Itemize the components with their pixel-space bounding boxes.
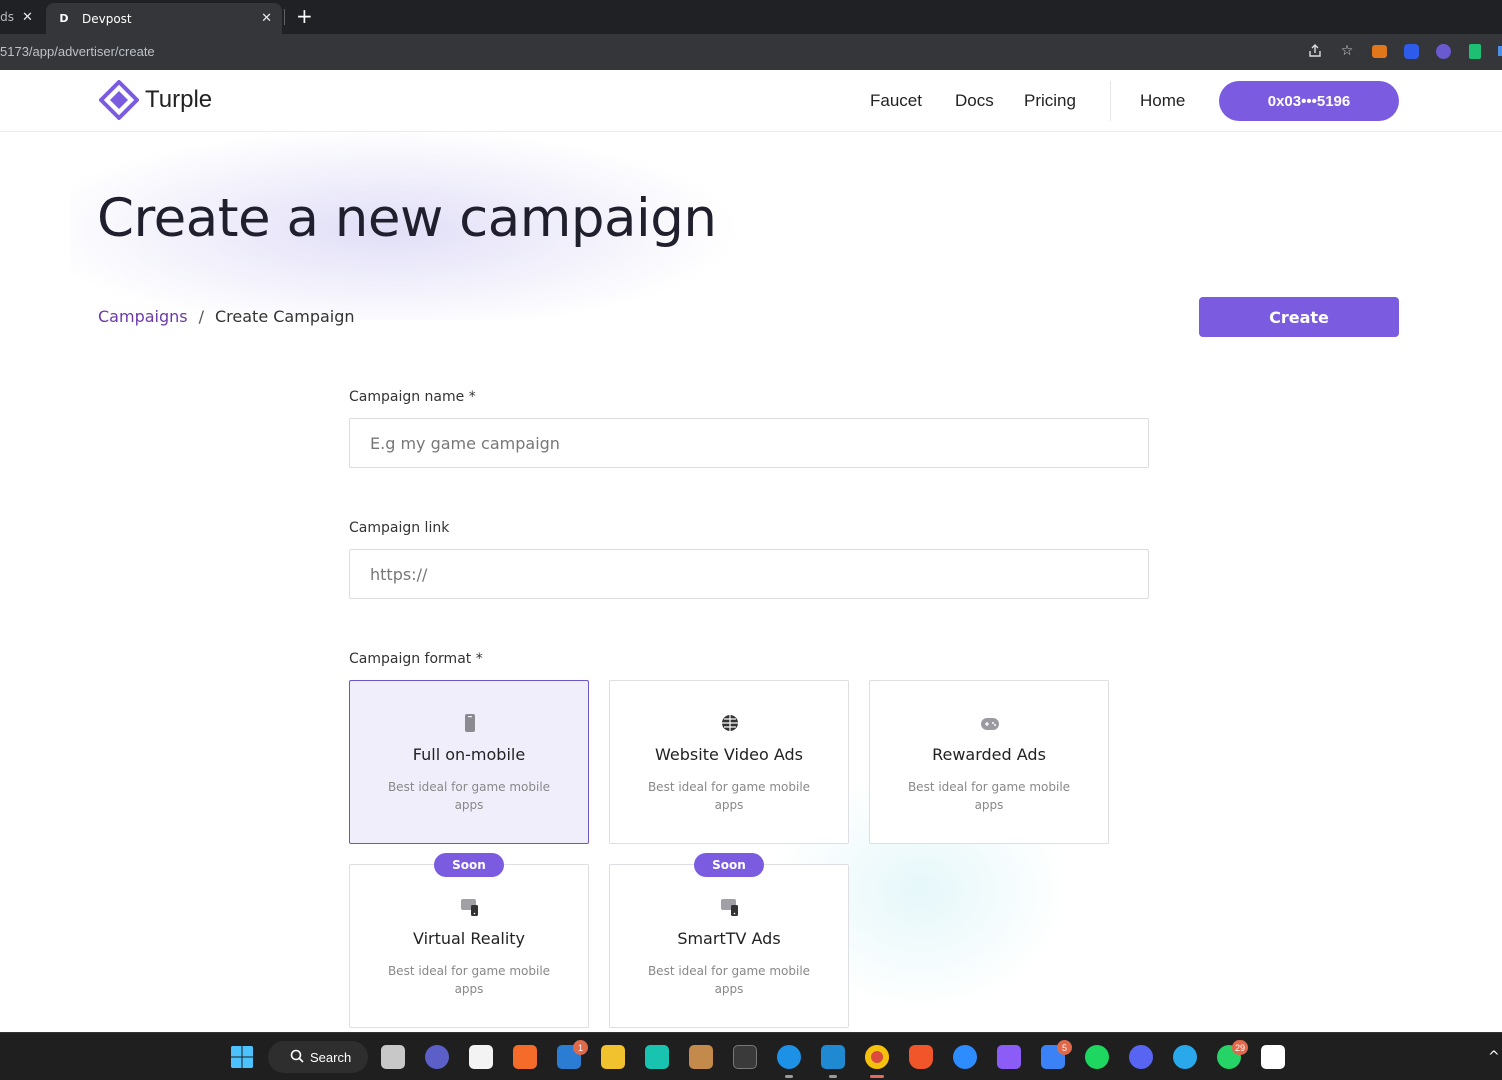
package-app-icon[interactable] — [689, 1045, 713, 1069]
breadcrumb-current: Create Campaign — [215, 307, 355, 326]
format-card-description: Best ideal for game mobile apps — [907, 780, 1071, 812]
whatsapp-icon[interactable]: 29 — [1217, 1040, 1248, 1069]
format-card-description: Best ideal for game mobile apps — [647, 780, 811, 812]
windows-taskbar: Search 1 5 29 ^ — [0, 1032, 1502, 1080]
telegram-icon[interactable] — [1173, 1045, 1197, 1069]
vscode-icon[interactable] — [821, 1045, 845, 1078]
windows-start-icon[interactable] — [230, 1045, 254, 1069]
bookmark-star-icon[interactable]: ☆ — [1338, 42, 1356, 60]
chevron-up-icon[interactable]: ^ — [1488, 1049, 1500, 1065]
mail-icon[interactable]: 1 — [557, 1040, 588, 1069]
mail-notification-badge: 1 — [573, 1040, 588, 1055]
format-card-title: Full on-mobile — [412, 745, 526, 764]
discord-icon[interactable] — [1129, 1045, 1153, 1069]
search-icon — [290, 1049, 304, 1066]
format-card-description: Best ideal for game mobile apps — [387, 964, 551, 996]
page-title: Create a new campaign — [97, 188, 717, 249]
nav-divider — [1110, 81, 1111, 121]
gamepad-icon — [981, 718, 999, 730]
format-card-description: Best ideal for game mobile apps — [387, 780, 551, 812]
chrome-icon[interactable] — [865, 1045, 889, 1078]
todo-notification-badge: 5 — [1057, 1040, 1072, 1055]
format-card-rewarded-ads[interactable]: Rewarded Ads Best ideal for game mobile … — [869, 680, 1109, 844]
slack-icon[interactable] — [1261, 1045, 1285, 1069]
campaign-name-input[interactable] — [349, 418, 1149, 468]
devpost-favicon-icon: D — [59, 12, 69, 25]
brand-logo[interactable]: Turple — [99, 80, 212, 120]
format-card-title: SmartTV Ads — [677, 929, 781, 948]
nav-faucet[interactable]: Faucet — [870, 91, 922, 111]
extension-icons: ☆ — [1306, 42, 1502, 60]
zoom-icon[interactable] — [953, 1045, 977, 1069]
vr-devices-icon — [461, 899, 478, 916]
brand-name: Turple — [145, 86, 213, 113]
tab-title: Devpost — [82, 11, 132, 26]
tab-divider — [284, 9, 285, 25]
tv-devices-icon — [721, 899, 738, 916]
breadcrumb-campaigns-link[interactable]: Campaigns — [98, 307, 188, 326]
ghost-extension-icon[interactable] — [1434, 42, 1452, 60]
todo-icon[interactable]: 5 — [1041, 1040, 1072, 1069]
nav-home[interactable]: Home — [1140, 91, 1185, 111]
metamask-extension-icon[interactable] — [1370, 42, 1388, 60]
close-icon[interactable]: ✕ — [261, 11, 272, 26]
brave-icon[interactable] — [909, 1045, 933, 1069]
wallet-address-button[interactable]: 0x03•••5196 — [1219, 81, 1399, 121]
browser-tab-previous[interactable]: Ads ✕ — [0, 0, 44, 34]
file-explorer-icon[interactable] — [601, 1045, 625, 1069]
cube-app-icon[interactable] — [645, 1045, 669, 1069]
share-icon[interactable] — [1306, 42, 1324, 60]
format-card-website-video-ads[interactable]: Website Video Ads Best ideal for game mo… — [609, 680, 849, 844]
whatsapp-notification-badge: 29 — [1231, 1040, 1248, 1055]
campaign-link-input[interactable] — [349, 549, 1149, 599]
terminal-icon[interactable] — [733, 1045, 757, 1069]
taskbar-search-label: Search — [310, 1049, 352, 1065]
soon-badge: Soon — [434, 853, 504, 877]
soon-badge: Soon — [694, 853, 764, 877]
browser-address-bar: 5173/app/advertiser/create ☆ — [0, 34, 1502, 70]
globe-icon — [722, 715, 738, 731]
taskbar-search[interactable]: Search — [268, 1041, 368, 1073]
breadcrumb-separator: / — [198, 307, 204, 326]
format-card-virtual-reality[interactable]: Soon Virtual Reality Best ideal for game… — [349, 853, 589, 1028]
create-campaign-button[interactable]: Create — [1199, 297, 1399, 337]
new-tab-icon[interactable]: + — [296, 4, 313, 28]
breadcrumb: Campaigns / Create Campaign — [98, 307, 355, 326]
xampp-icon[interactable] — [513, 1045, 537, 1069]
browser-tabbar: Ads ✕ D Devpost ✕ + — [0, 0, 1502, 34]
extension-overflow-icon[interactable] — [1498, 42, 1502, 60]
format-card-smarttv-ads[interactable]: Soon SmartTV Ads Best ideal for game mob… — [609, 853, 849, 1028]
campaign-link-label: Campaign link — [349, 520, 450, 536]
format-card-title: Rewarded Ads — [932, 745, 1046, 764]
spotify-icon[interactable] — [1085, 1045, 1109, 1069]
task-view-icon[interactable] — [381, 1045, 405, 1069]
format-card-title: Virtual Reality — [412, 929, 526, 948]
browser-tab-active[interactable]: D Devpost ✕ — [46, 3, 282, 34]
green-extension-icon[interactable] — [1466, 42, 1484, 60]
mobile-icon — [465, 714, 475, 732]
format-card-description: Best ideal for game mobile apps — [647, 964, 811, 996]
campaign-name-label: Campaign name * — [349, 389, 476, 405]
docker-icon[interactable] — [777, 1045, 801, 1078]
nav-docs[interactable]: Docs — [955, 91, 994, 111]
chat-extension-icon[interactable] — [1402, 42, 1420, 60]
nav-pricing[interactable]: Pricing — [1024, 91, 1076, 111]
close-icon[interactable]: ✕ — [22, 10, 33, 25]
url-text[interactable]: 5173/app/advertiser/create — [0, 44, 155, 59]
turple-logo-icon — [99, 80, 139, 120]
tab-title: Ads — [0, 10, 14, 24]
microsoft-store-icon[interactable] — [469, 1045, 493, 1069]
format-card-title: Website Video Ads — [655, 745, 803, 764]
teams-chat-icon[interactable] — [425, 1045, 449, 1069]
format-card-full-on-mobile[interactable]: Full on-mobile Best ideal for game mobil… — [349, 680, 589, 844]
clapperboard-icon[interactable] — [997, 1045, 1021, 1069]
campaign-format-label: Campaign format * — [349, 651, 483, 667]
